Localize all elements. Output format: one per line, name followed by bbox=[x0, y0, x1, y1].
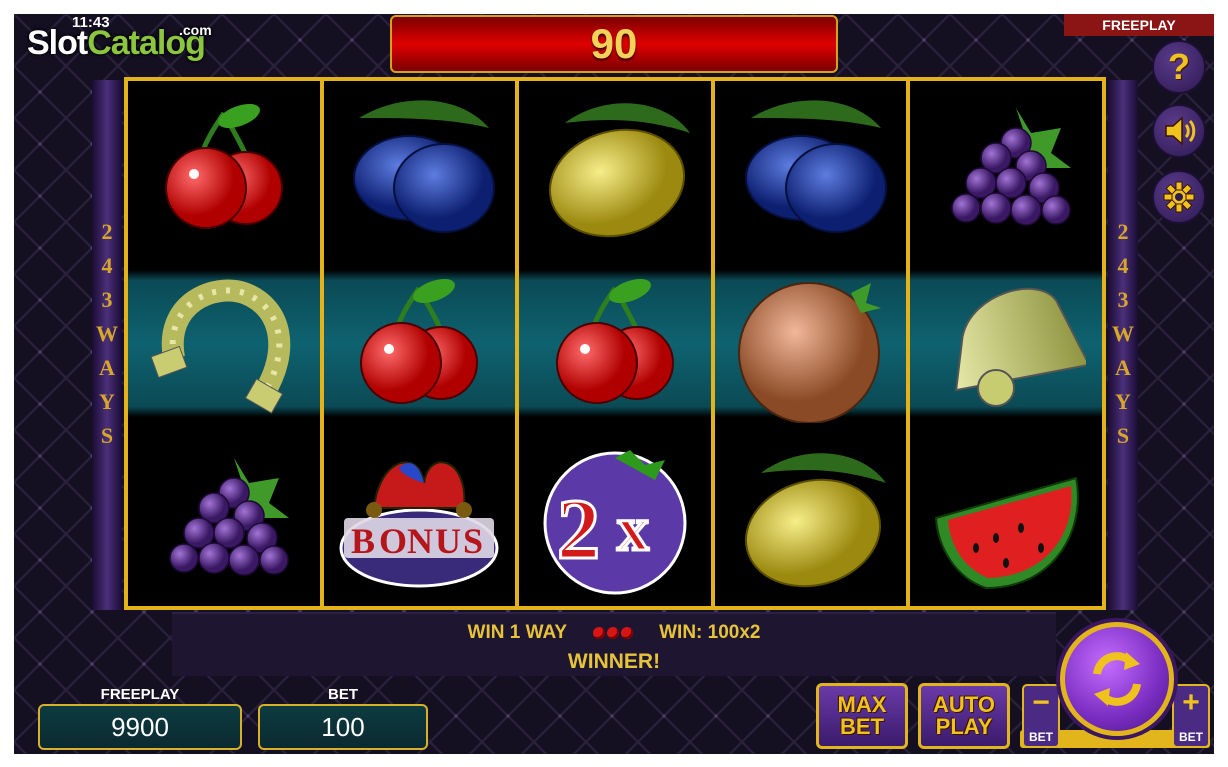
logo-part-1: Slot bbox=[27, 24, 88, 62]
ways-label-left: 243WAYS bbox=[96, 219, 118, 448]
cherry-icon bbox=[164, 104, 283, 230]
balance-label: FREEPLAY bbox=[100, 686, 180, 703]
cherry-icon bbox=[555, 279, 674, 405]
spin-button[interactable] bbox=[1060, 622, 1174, 736]
svg-text:U: U bbox=[435, 521, 461, 561]
svg-text:O: O bbox=[379, 521, 407, 561]
svg-text:S: S bbox=[463, 521, 483, 561]
grapes-icon bbox=[951, 108, 1072, 227]
symbol-bonus: BONUS bbox=[324, 431, 516, 606]
symbol-grapes bbox=[910, 81, 1102, 256]
top-win-display: 90 bbox=[390, 15, 838, 73]
svg-text:B: B bbox=[351, 521, 375, 561]
bet-label: BET bbox=[328, 686, 358, 703]
bell-icon bbox=[955, 288, 1087, 408]
orange-icon bbox=[737, 282, 881, 424]
reel-3: 2x bbox=[519, 81, 715, 606]
svg-text:x: x bbox=[617, 493, 649, 564]
auto-play-button[interactable]: AUTO PLAY bbox=[918, 683, 1010, 749]
mode-tag: FREEPLAY bbox=[1064, 14, 1214, 36]
plus-icon: + bbox=[1182, 686, 1200, 719]
symbol-bell bbox=[910, 256, 1102, 431]
plum-icon bbox=[744, 100, 887, 234]
svg-text:2: 2 bbox=[557, 481, 600, 577]
symbol-cherry bbox=[519, 256, 711, 431]
symbol-watermelon bbox=[910, 431, 1102, 606]
watermelon-icon bbox=[935, 477, 1080, 590]
bet-minus-button[interactable]: − BET bbox=[1022, 684, 1060, 748]
cherry-mini-icon bbox=[593, 627, 634, 639]
cherry-icon bbox=[360, 279, 479, 405]
symbol-grapes bbox=[128, 431, 320, 606]
win-ways-text: WIN 1 WAY bbox=[467, 622, 568, 643]
sound-button[interactable] bbox=[1152, 104, 1206, 158]
symbol-plum bbox=[324, 81, 516, 256]
speaker-icon bbox=[1165, 116, 1196, 146]
reel-2: BONUS bbox=[323, 81, 520, 606]
minus-icon: − bbox=[1032, 686, 1050, 719]
question-icon: ? bbox=[1168, 46, 1190, 87]
bet-value: 100 bbox=[258, 704, 428, 750]
lemon-icon bbox=[744, 453, 886, 588]
reel-grid: BONUS 2x bbox=[124, 77, 1106, 610]
symbol-cherry bbox=[128, 81, 320, 256]
symbol-2x: 2x bbox=[519, 431, 711, 606]
symbol-orange bbox=[715, 256, 907, 431]
reel-4 bbox=[714, 81, 911, 606]
bonus-icon: BONUS bbox=[339, 461, 499, 588]
symbol-cherry bbox=[324, 256, 516, 431]
svg-text:N: N bbox=[407, 521, 433, 561]
horseshoe-icon bbox=[150, 279, 291, 415]
2x-icon: 2x bbox=[543, 450, 687, 595]
watermark-logo: SlotCatalog .com bbox=[27, 22, 212, 63]
gear-icon bbox=[1163, 181, 1195, 213]
win-info-strip: WIN 1 WAY WIN: 100x2 WINNER! bbox=[172, 612, 1056, 676]
max-bet-button[interactable]: MAX BET bbox=[816, 683, 908, 749]
spin-arrows-icon bbox=[1093, 652, 1141, 706]
help-button[interactable]: ? bbox=[1152, 40, 1206, 94]
symbol-horseshoe bbox=[128, 256, 320, 431]
settings-button[interactable] bbox=[1152, 170, 1206, 224]
reel-1 bbox=[128, 81, 324, 606]
symbol-plum bbox=[715, 81, 907, 256]
winner-text: WINNER! bbox=[567, 650, 661, 673]
ways-label-right: 243WAYS bbox=[1112, 219, 1134, 448]
symbol-lemon bbox=[715, 431, 907, 606]
balance-value: 9900 bbox=[38, 704, 242, 750]
symbol-lemon bbox=[519, 81, 711, 256]
plum-icon bbox=[353, 100, 496, 234]
lemon-icon bbox=[548, 103, 690, 238]
grapes-icon bbox=[169, 458, 289, 577]
win-amount-text: WIN: 100x2 bbox=[659, 622, 761, 643]
reel-5 bbox=[910, 81, 1102, 606]
bet-plus-button[interactable]: + BET bbox=[1172, 684, 1210, 748]
logo-suffix: .com bbox=[179, 22, 212, 38]
